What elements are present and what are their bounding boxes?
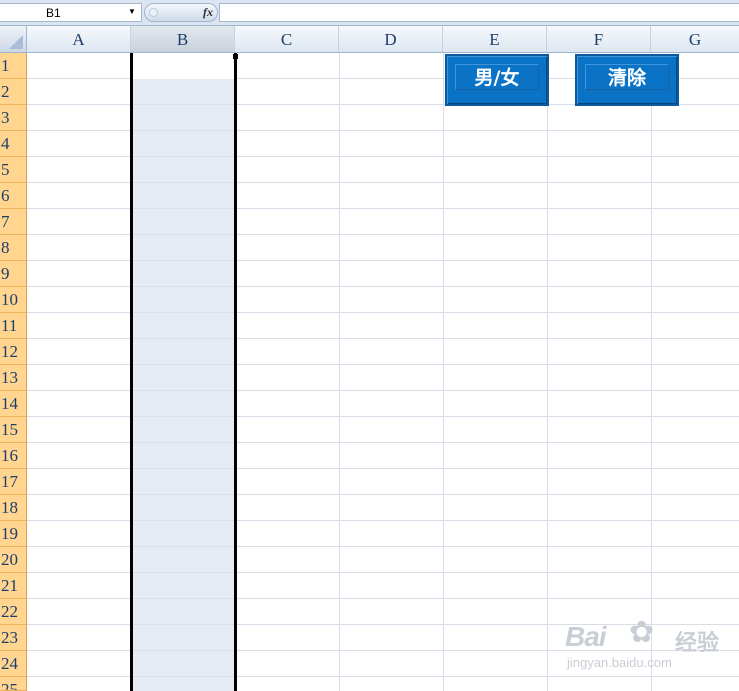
gender-button-label: 男/女 <box>455 64 539 90</box>
column-header-d[interactable]: D <box>339 26 443 52</box>
formula-bar: B1 ▼ fx <box>0 0 739 26</box>
column-header-c[interactable]: C <box>235 26 339 52</box>
circle-icon <box>149 8 158 17</box>
row-header-13[interactable]: 13 <box>0 365 27 391</box>
fill-handle[interactable] <box>233 54 238 59</box>
row-header-5[interactable]: 5 <box>0 157 27 183</box>
row-header-2[interactable]: 2 <box>0 79 27 105</box>
name-box-value: B1 <box>46 6 61 20</box>
row-header-3[interactable]: 3 <box>0 105 27 131</box>
row-header-1[interactable]: 1 <box>0 53 27 79</box>
row-header-14[interactable]: 14 <box>0 391 27 417</box>
column-header-e[interactable]: E <box>443 26 547 52</box>
row-header-11[interactable]: 11 <box>0 313 27 339</box>
gridline <box>651 53 652 691</box>
gridline <box>339 53 340 691</box>
row-header-7[interactable]: 7 <box>0 209 27 235</box>
row-header-10[interactable]: 10 <box>0 287 27 313</box>
fx-icon: fx <box>203 5 213 19</box>
row-header-24[interactable]: 24 <box>0 651 27 677</box>
row-header-9[interactable]: 9 <box>0 261 27 287</box>
gridline <box>443 53 444 691</box>
row-header-4[interactable]: 4 <box>0 131 27 157</box>
row-header-22[interactable]: 22 <box>0 599 27 625</box>
row-header-6[interactable]: 6 <box>0 183 27 209</box>
clear-button[interactable]: 清除 <box>575 54 679 106</box>
row-header-8[interactable]: 8 <box>0 235 27 261</box>
row-header-16[interactable]: 16 <box>0 443 27 469</box>
column-header-b[interactable]: B <box>131 26 235 52</box>
gridline <box>547 53 548 691</box>
row-header-25[interactable]: 25 <box>0 677 27 691</box>
gender-button[interactable]: 男/女 <box>445 54 549 106</box>
selection-border <box>130 53 237 691</box>
row-header-21[interactable]: 21 <box>0 573 27 599</box>
row-header-18[interactable]: 18 <box>0 495 27 521</box>
row-header-15[interactable]: 15 <box>0 417 27 443</box>
name-box[interactable]: B1 ▼ <box>0 3 142 22</box>
formula-input[interactable] <box>219 3 739 22</box>
insert-function-button[interactable]: fx <box>144 3 218 22</box>
dropdown-arrow-icon[interactable]: ▼ <box>128 7 136 16</box>
select-all-button[interactable] <box>0 26 27 52</box>
clear-button-label: 清除 <box>585 64 669 90</box>
row-header-12[interactable]: 12 <box>0 339 27 365</box>
row-header-23[interactable]: 23 <box>0 625 27 651</box>
row-header-20[interactable]: 20 <box>0 547 27 573</box>
row-header-19[interactable]: 19 <box>0 521 27 547</box>
column-header-g[interactable]: G <box>651 26 739 52</box>
column-header-row: A B C D E F G <box>0 26 739 53</box>
column-header-a[interactable]: A <box>27 26 131 52</box>
row-header-17[interactable]: 17 <box>0 469 27 495</box>
column-header-f[interactable]: F <box>547 26 651 52</box>
select-all-triangle-icon <box>9 35 23 49</box>
